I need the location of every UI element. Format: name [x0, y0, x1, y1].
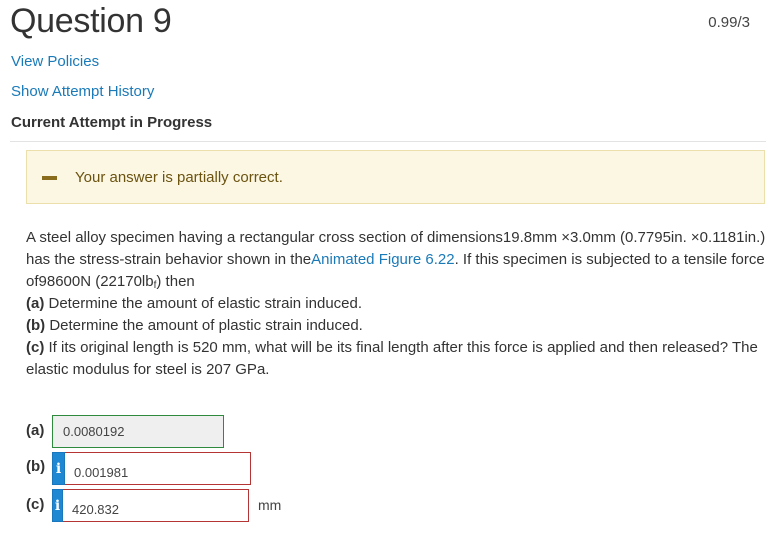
answer-a-label: (a) — [26, 422, 45, 439]
answer-c-unit: mm — [258, 497, 282, 513]
notice-message: Your answer is partially correct. — [75, 169, 283, 186]
divider — [10, 141, 766, 142]
show-attempt-history-link[interactable]: Show Attempt History — [11, 83, 154, 100]
answer-c-input[interactable] — [63, 489, 249, 522]
part-c-label: (c) — [26, 339, 45, 356]
answer-a-field: 0.0080192 — [52, 415, 224, 448]
part-c-text: If its original length is 520 mm, what w… — [26, 339, 758, 378]
view-policies-link[interactable]: View Policies — [11, 53, 99, 70]
score-display: 0.99/3 — [708, 14, 750, 31]
answer-c-group: i — [52, 489, 249, 522]
answer-c-label: (c) — [26, 496, 45, 513]
answer-b-input[interactable] — [65, 452, 251, 485]
answer-b-group: i — [52, 452, 251, 485]
part-a-text: Determine the amount of elastic strain i… — [44, 295, 363, 312]
answer-b-label: (b) — [26, 458, 46, 475]
part-a-label: (a) — [26, 295, 45, 312]
info-icon[interactable]: i — [52, 452, 65, 485]
minus-icon — [42, 176, 57, 180]
problem-text: ) then — [156, 273, 195, 290]
partial-correct-notice: Your answer is partially correct. — [26, 150, 765, 204]
part-b-label: (b) — [26, 317, 46, 334]
problem-statement: A steel alloy specimen having a rectangu… — [26, 227, 766, 381]
info-icon[interactable]: i — [52, 489, 63, 522]
part-b-text: Determine the amount of plastic strain i… — [45, 317, 363, 334]
question-title: Question 9 — [10, 2, 172, 40]
animated-figure-link[interactable]: Animated Figure 6.22 — [311, 251, 454, 268]
current-attempt-heading: Current Attempt in Progress — [11, 114, 213, 131]
